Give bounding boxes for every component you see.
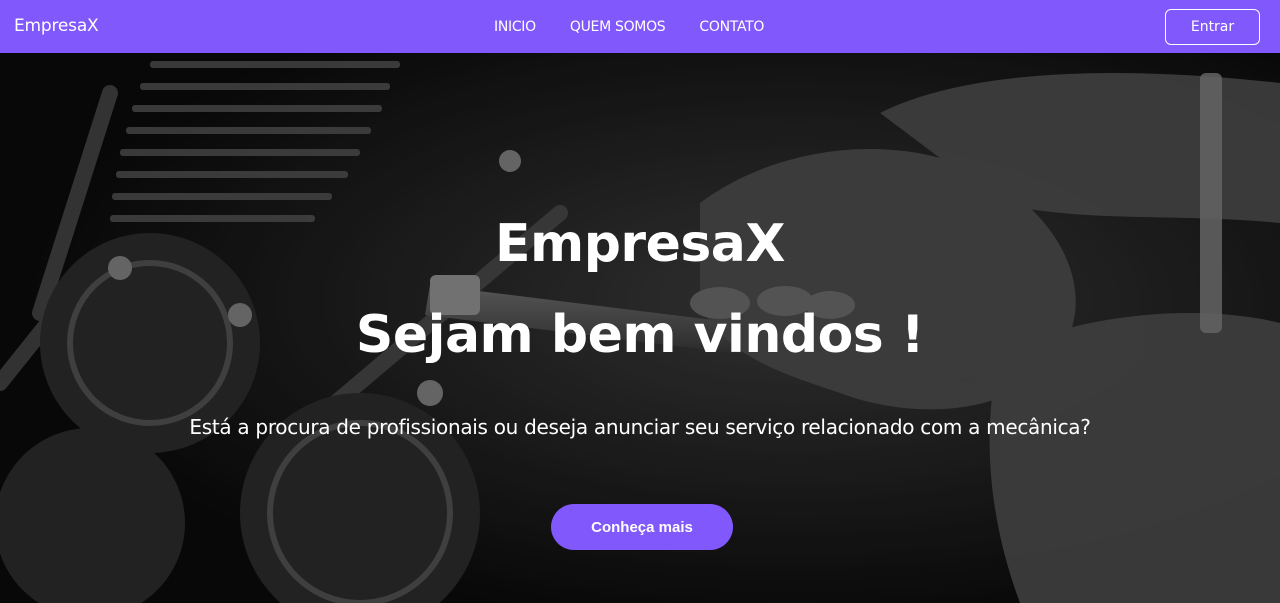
nav-link-contato[interactable]: CONTATO	[699, 19, 764, 35]
nav-link-inicio[interactable]: INICIO	[494, 19, 536, 35]
brand-logo[interactable]: EmpresaX	[14, 16, 99, 36]
hero-title-welcome: Sejam bem vindos !	[355, 305, 925, 365]
learn-more-button[interactable]: Conheça mais	[551, 504, 733, 550]
hero-subtitle: Está a procura de profissionais ou desej…	[189, 415, 1091, 439]
nav-link-quem-somos[interactable]: QUEM SOMOS	[570, 19, 666, 35]
top-navbar: EmpresaX INICIO QUEM SOMOS CONTATO Entra…	[0, 0, 1280, 53]
nav-links: INICIO QUEM SOMOS CONTATO	[494, 19, 798, 35]
hero-section: EmpresaX Sejam bem vindos ! Está a procu…	[0, 53, 1280, 603]
login-button[interactable]: Entrar	[1165, 9, 1260, 45]
hero-title-brand: EmpresaX	[495, 214, 785, 274]
